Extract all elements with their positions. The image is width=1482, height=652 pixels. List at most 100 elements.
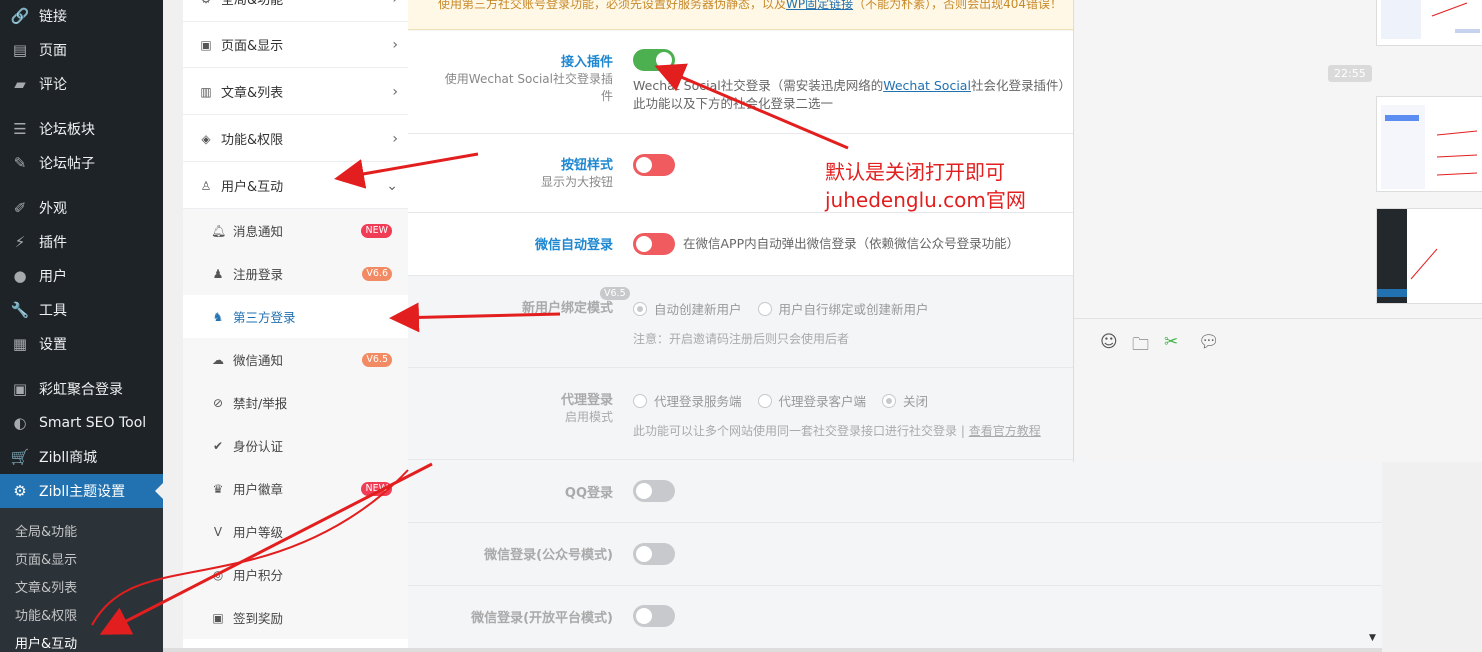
folder-icon[interactable]: 🗀 <box>1132 332 1149 361</box>
radio-proxy-client[interactable]: 代理登录客户端 <box>757 391 866 410</box>
emoji-icon[interactable]: ☺ <box>1100 332 1118 352</box>
wp-menu-forum-posts[interactable]: ✎ 论坛帖子 <box>0 146 163 180</box>
sub-item-label: 注册登录 <box>233 267 284 282</box>
plugins-icon: ⚡ <box>14 233 26 251</box>
wp-submenu-permissions[interactable]: 功能&权限 <box>15 605 77 624</box>
global-icon: ⚙ <box>199 0 213 6</box>
sub-item-checkin[interactable]: ▣ 签到奖励 <box>183 596 408 639</box>
gear-icon: ⚙ <box>13 482 27 500</box>
wechat-social-link[interactable]: Wechat Social <box>883 78 971 93</box>
new-badge: NEW <box>361 481 392 496</box>
sub-item-third-party-login[interactable]: ♞ 第三方登录 <box>183 295 408 338</box>
row-label: 新用户绑定模式 <box>521 301 613 316</box>
wp-menu-label: 论坛帖子 <box>39 156 95 172</box>
wp-menu-appearance[interactable]: ✐ 外观 <box>0 191 163 225</box>
new-badge: NEW <box>361 223 392 238</box>
radio-self-bind[interactable]: 用户自行绑定或创建新用户 <box>757 299 929 318</box>
wp-menu-zibll-theme-settings[interactable]: ⚙ Zibll主题设置 <box>0 474 163 508</box>
qq-login-toggle[interactable] <box>633 480 675 502</box>
coin-icon: ◎ <box>212 567 224 582</box>
chat-timestamp: 22:55 <box>1328 65 1372 82</box>
trophy-icon: ♛ <box>212 481 224 496</box>
radio-label: 代理登录服务端 <box>654 394 742 409</box>
radio-proxy-server[interactable]: 代理登录服务端 <box>633 391 742 410</box>
chat-image-thumbnail[interactable] <box>1376 208 1482 304</box>
nav-item-global[interactable]: ⚙ 全局&功能 › <box>183 0 408 22</box>
sub-item-notifications[interactable]: 🔔︎ 消息通知 NEW <box>183 209 408 252</box>
user-icon: ♙ <box>200 178 212 193</box>
row-wechat-open-login: 微信登录(开放平台模式) <box>408 586 1382 652</box>
bind-mode-radios: 自动创建新用户 用户自行绑定或创建新用户 <box>633 299 929 318</box>
check-circle-icon: ✔ <box>212 438 224 453</box>
scissors-icon[interactable]: ✂ <box>1164 332 1178 352</box>
theme-settings-nav: ⚙ 全局&功能 › ▣ 页面&显示 › ▥ 文章&列表 › ◈ 功能&权限 › … <box>183 0 408 652</box>
proxy-note: 此功能可以让多个网站使用同一套社交登录接口进行社交登录 | 查看官方教程 <box>633 422 1041 439</box>
notice-link[interactable]: WP固定链接 <box>786 0 853 11</box>
wp-menu-tools[interactable]: 🔧 工具 <box>0 293 163 327</box>
users-icon: ● <box>13 267 27 285</box>
wp-menu-forum-boards[interactable]: ☰ 论坛板块 <box>0 112 163 146</box>
plugin-desc-line1: Wechat Social社交登录（需安装迅虎网络的Wechat Social社… <box>633 77 1071 95</box>
user-plus-icon: ♟ <box>212 266 224 281</box>
wechat-auto-toggle[interactable] <box>633 233 675 255</box>
wp-menu-smart-seo[interactable]: ◐ Smart SEO Tool <box>0 406 163 440</box>
sub-item-levels[interactable]: V 用户等级 <box>183 510 408 553</box>
sub-item-identity[interactable]: ✔ 身份认证 <box>183 424 408 467</box>
chat-image-thumbnail[interactable] <box>1376 0 1482 46</box>
version-badge: V6.6 <box>362 266 392 281</box>
sub-item-ban-report[interactable]: ⊘ 禁封/举报 <box>183 381 408 424</box>
annotation-text: 默认是关闭打开即可 juhedenglu.com官网 <box>825 158 1026 214</box>
thumbnail-graphic <box>1377 209 1481 303</box>
radio-label: 自动创建新用户 <box>654 302 742 317</box>
button-style-toggle[interactable] <box>633 154 675 176</box>
nav-item-users[interactable]: ♙ 用户&互动 ⌄ <box>183 163 408 209</box>
scroll-down-icon[interactable]: ▼ <box>1369 633 1376 643</box>
radio-dot <box>633 393 647 408</box>
wp-menu-comments[interactable]: ▰ 评论 <box>0 67 163 101</box>
wp-submenu-users[interactable]: 用户&互动 <box>15 633 77 652</box>
wechat-open-toggle[interactable] <box>633 605 675 627</box>
chat-bubble-icon[interactable]: 💬︎ <box>1198 332 1220 352</box>
forum-icon: ☰ <box>13 120 27 138</box>
nav-item-permissions[interactable]: ◈ 功能&权限 › <box>183 116 408 162</box>
row-label: 代理登录 <box>560 393 613 408</box>
wp-menu-zibll-shop[interactable]: 🛒 Zibll商城 <box>0 440 163 474</box>
wp-submenu-global[interactable]: 全局&功能 <box>15 521 77 540</box>
bind-mode-note: 注意：开启邀请码注册后则只会使用后者 <box>633 332 850 346</box>
pages-icon: ▤ <box>12 41 28 59</box>
chevron-right-icon: › <box>392 130 398 147</box>
wp-submenu-posts[interactable]: 文章&列表 <box>15 577 77 596</box>
wechat-mp-toggle[interactable] <box>633 543 675 565</box>
nav-item-label: 全局&功能 <box>221 0 284 8</box>
radio-auto-create[interactable]: 自动创建新用户 <box>633 299 742 318</box>
sub-item-points[interactable]: ◎ 用户积分 <box>183 553 408 596</box>
wp-menu-label: Zibll主题设置 <box>39 484 126 500</box>
official-tutorial-link[interactable]: 查看官方教程 <box>969 424 1041 438</box>
sub-item-register-login[interactable]: ♟ 注册登录 V6.6 <box>183 252 408 295</box>
wp-menu-label: 彩虹聚合登录 <box>39 382 123 398</box>
plugin-toggle[interactable] <box>633 49 675 71</box>
nav-item-posts[interactable]: ▥ 文章&列表 › <box>183 69 408 115</box>
wp-admin-sidebar: 🔗 链接 ▤ 页面 ▰ 评论 ☰ 论坛板块 ✎ 论坛帖子 ✐ 外观 ⚡ 插件 ●… <box>0 0 163 652</box>
sub-item-badges[interactable]: ♛ 用户徽章 NEW <box>183 467 408 510</box>
wp-submenu-pages[interactable]: 页面&显示 <box>15 549 77 568</box>
chat-image-thumbnail[interactable] <box>1376 96 1482 192</box>
wp-menu-links[interactable]: 🔗 链接 <box>0 0 163 33</box>
horizontal-scrollbar[interactable] <box>163 648 1382 652</box>
sub-item-label: 签到奖励 <box>233 611 284 626</box>
wp-menu-rainbow-login[interactable]: ▣ 彩虹聚合登录 <box>0 372 163 406</box>
wp-menu-pages[interactable]: ▤ 页面 <box>0 33 163 67</box>
row-desc: 启用模式 <box>564 410 613 424</box>
plugin-text: 社会化登录插件） <box>970 78 1071 93</box>
wp-menu-settings[interactable]: ▦ 设置 <box>0 327 163 361</box>
row-label: 按钮样式 <box>560 158 613 173</box>
radio-proxy-off[interactable]: 关闭 <box>882 391 928 410</box>
sub-item-wechat-notify[interactable]: ☁ 微信通知 V6.5 <box>183 338 408 381</box>
notice-text: （不能为朴素），否则会出现404错误！ <box>853 0 1063 11</box>
wp-menu-plugins[interactable]: ⚡ 插件 <box>0 225 163 259</box>
nav-item-pages[interactable]: ▣ 页面&显示 › <box>183 22 408 68</box>
wp-menu-users[interactable]: ● 用户 <box>0 259 163 293</box>
nav-item-label: 文章&列表 <box>221 86 284 101</box>
row-label: QQ登录 <box>564 486 613 501</box>
bell-icon: 🔔︎ <box>211 223 227 238</box>
